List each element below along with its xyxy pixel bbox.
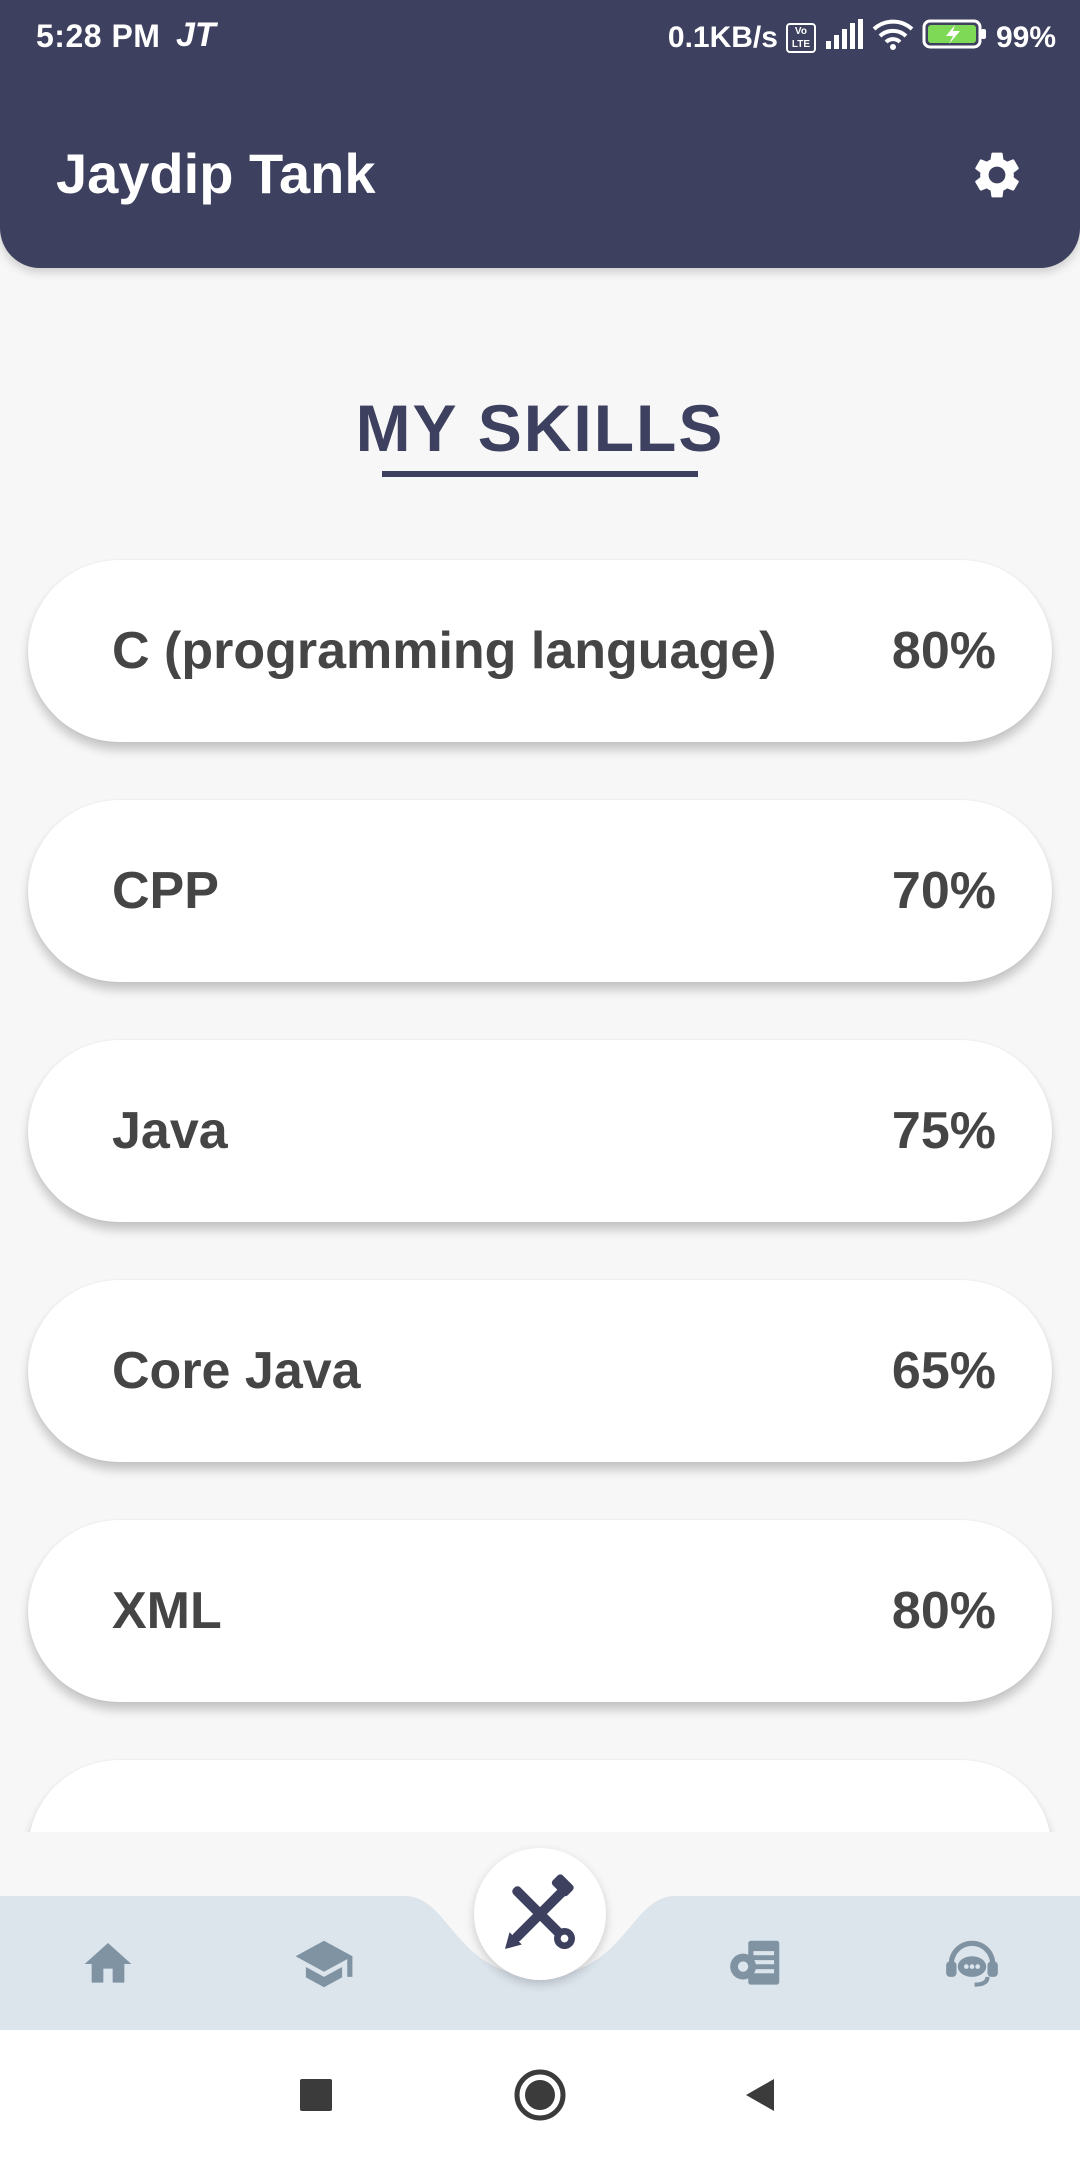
skill-percent: 70% bbox=[891, 862, 996, 920]
signal-icon bbox=[824, 19, 864, 57]
section-title: MY SKILLS bbox=[355, 391, 725, 465]
nav-education[interactable] bbox=[284, 1924, 364, 2004]
battery-percent: 99% bbox=[995, 21, 1056, 54]
settings-button[interactable] bbox=[966, 144, 1028, 206]
wifi-icon bbox=[872, 18, 914, 58]
skill-percent: 75% bbox=[891, 1102, 996, 1160]
network-speed: 0.1KB/s bbox=[667, 21, 778, 54]
volte-icon: Vo LTE bbox=[785, 23, 816, 53]
section-underline bbox=[382, 471, 698, 477]
home-icon bbox=[84, 1943, 132, 1983]
graduation-cap-icon bbox=[295, 1940, 353, 1988]
battery-icon bbox=[922, 18, 988, 58]
skill-card[interactable]: C (programming language) 80% bbox=[28, 560, 1052, 742]
home-circle-icon bbox=[514, 2069, 566, 2121]
nav-skills-active-button[interactable] bbox=[474, 1848, 606, 1980]
gear-icon bbox=[975, 152, 1019, 198]
skills-list[interactable]: C (programming language) 80% CPP 70% Jav… bbox=[0, 540, 1080, 1832]
skill-card[interactable] bbox=[28, 1760, 1052, 1832]
app-title: Jaydip Tank bbox=[56, 142, 376, 205]
skill-name: CPP bbox=[112, 862, 219, 920]
app-header: 5:28 PM JT 0.1KB/s Vo LTE 99% Jaydip Tan… bbox=[0, 0, 1080, 268]
nav-home[interactable] bbox=[68, 1924, 148, 2004]
recents-icon bbox=[300, 2079, 332, 2111]
chat-support-icon bbox=[946, 1940, 998, 1987]
skill-name: Core Java bbox=[112, 1342, 361, 1400]
back-icon bbox=[746, 2079, 774, 2111]
skill-percent: 80% bbox=[891, 622, 996, 680]
skill-card[interactable]: CPP 70% bbox=[28, 800, 1052, 982]
project-settings-icon bbox=[730, 1940, 780, 1985]
system-navigation-bar bbox=[0, 2030, 1080, 2160]
skill-card[interactable]: XML 80% bbox=[28, 1520, 1052, 1702]
skill-percent: 80% bbox=[891, 1582, 996, 1640]
skill-name: C (programming language) bbox=[112, 622, 777, 680]
status-carrier: JT bbox=[176, 16, 216, 54]
status-bar: 5:28 PM JT 0.1KB/s Vo LTE 99% bbox=[0, 0, 1080, 76]
recents-button[interactable] bbox=[281, 2060, 351, 2130]
skill-percent: 65% bbox=[891, 1342, 996, 1400]
back-button[interactable] bbox=[725, 2060, 795, 2130]
skill-card[interactable]: Core Java 65% bbox=[28, 1280, 1052, 1462]
nav-contact[interactable] bbox=[932, 1924, 1012, 2004]
tools-icon bbox=[505, 1874, 575, 1949]
skill-name: Java bbox=[112, 1102, 228, 1160]
status-time: 5:28 PM bbox=[36, 18, 161, 54]
nav-projects[interactable] bbox=[716, 1924, 796, 2004]
status-indicators: 0.1KB/s Vo LTE 99% bbox=[668, 18, 1056, 58]
skill-name: XML bbox=[112, 1582, 222, 1640]
home-system-button[interactable] bbox=[505, 2060, 575, 2130]
skill-card[interactable]: Java 75% bbox=[28, 1040, 1052, 1222]
